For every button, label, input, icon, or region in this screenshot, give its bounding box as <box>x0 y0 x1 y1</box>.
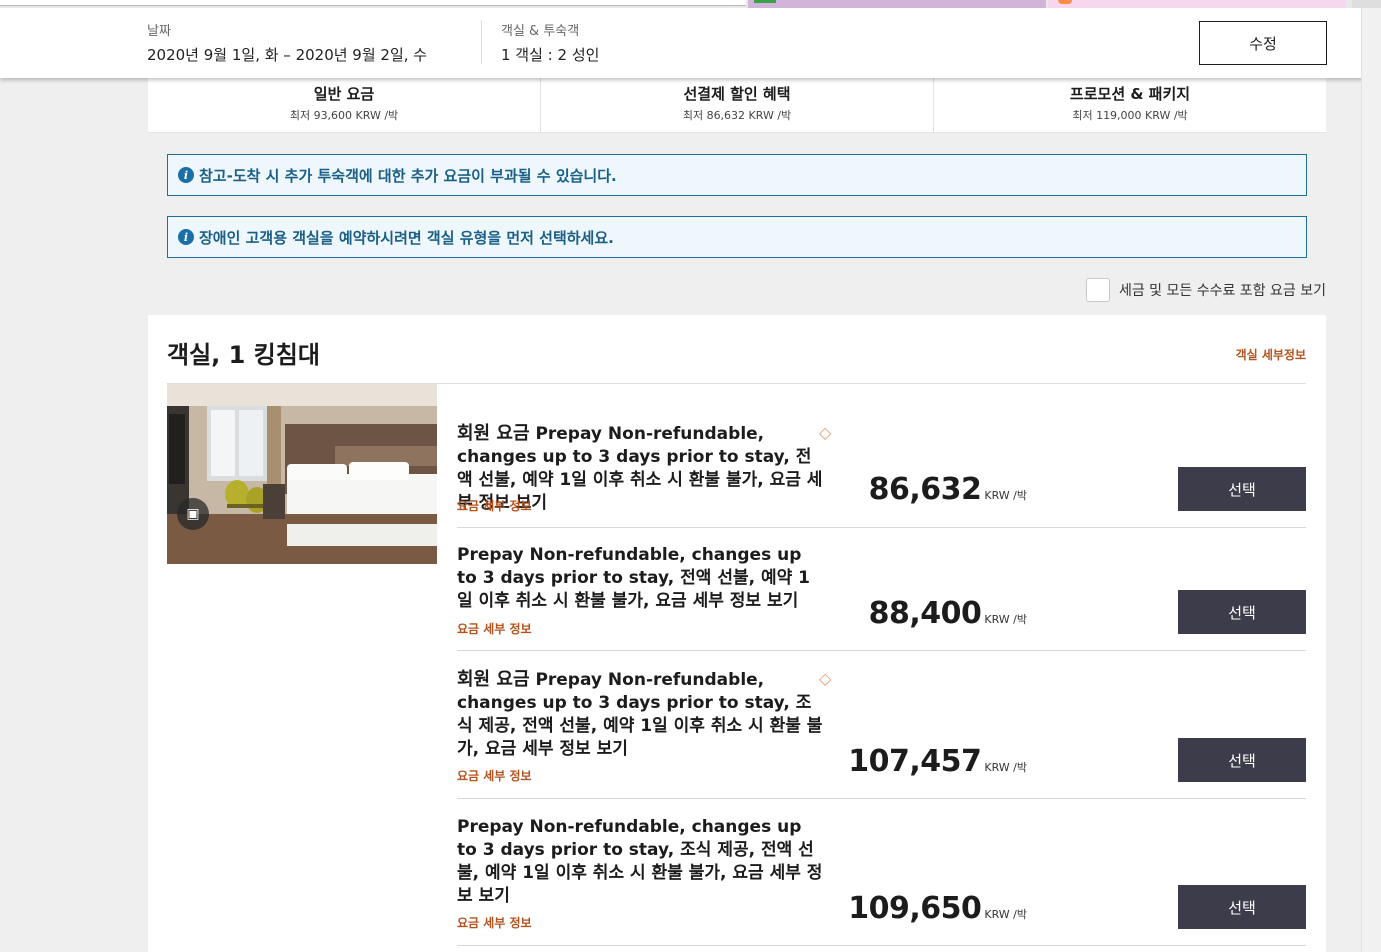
tab-lowest-price: 최저 93,600 KRW /박 <box>289 109 399 122</box>
price-amount: 109,650 <box>848 891 982 926</box>
tag-icon: ◇ <box>819 423 832 442</box>
tab-promotions[interactable]: 프로모션 & 패키지 최저 119,000 KRW /박 <box>934 78 1326 132</box>
room-photo-image <box>167 384 437 564</box>
rate-details-link[interactable]: 요금 세부 정보 <box>457 767 532 784</box>
tax-inclusive-label: 세금 및 모든 수수료 포함 요금 보기 <box>1118 283 1326 299</box>
booking-summary-header: 날짜 2020년 9월 1일, 화 – 2020년 9월 2일, 수 객실 & … <box>0 0 1381 78</box>
room-details-link[interactable]: 객실 세부정보 <box>1236 346 1306 363</box>
room-photo[interactable]: ▣ <box>167 384 437 564</box>
tab-lowest-price: 최저 119,000 KRW /박 <box>1072 109 1188 122</box>
rate-details-link[interactable]: 요금 세부 정보 <box>457 497 532 514</box>
member-rate-label: 회원 요금 <box>457 669 530 690</box>
browser-tabstrip <box>0 0 1381 8</box>
guests-summary: 객실 & 투숙객 1 객실 : 2 성인 <box>501 20 599 65</box>
rate-details-link[interactable]: 요금 세부 정보 <box>457 620 532 637</box>
rate-row: 회원 요금 Prepay Non-refundable, changes up … <box>457 651 1306 799</box>
rate-row: Prepay Non-refundable, changes up to 3 d… <box>457 528 1306 651</box>
rate-text: Prepay Non-refundable, changes up to 3 d… <box>457 817 823 906</box>
select-rate-button[interactable]: 선택 <box>1178 467 1306 511</box>
browser-tab-active[interactable] <box>0 0 746 6</box>
tax-inclusive-checkbox[interactable] <box>1085 278 1110 302</box>
tab-standard-rate[interactable]: 일반 요금 최저 93,600 KRW /박 <box>148 78 541 132</box>
price-amount: 107,457 <box>848 744 982 779</box>
rate-price: 88,400 KRW /박 <box>869 596 1027 631</box>
rate-row: 회원 요금 Prepay Non-refundable, changes up … <box>457 384 1306 528</box>
tab-label: 프로모션 & 패키지 <box>1069 85 1191 103</box>
rate-description: Prepay Non-refundable, changes up to 3 d… <box>457 544 823 613</box>
tax-inclusive-toggle[interactable]: 세금 및 모든 수수료 포함 요금 보기 <box>1085 278 1326 302</box>
info-icon: i <box>178 167 194 183</box>
date-summary: 날짜 2020년 9월 1일, 화 – 2020년 9월 2일, 수 <box>147 20 427 65</box>
price-amount: 88,400 <box>868 596 982 631</box>
price-unit: KRW /박 <box>984 613 1027 626</box>
rate-price: 86,632 KRW /박 <box>869 472 1027 507</box>
room-title: 객실, 1 킹침대 <box>167 341 320 369</box>
rate-text: Prepay Non-refundable, changes up to 3 d… <box>457 545 811 611</box>
browser-tab[interactable] <box>1048 0 1346 8</box>
price-unit: KRW /박 <box>984 489 1027 502</box>
tab-label: 선결제 할인 혜택 <box>683 85 791 103</box>
rate-price: 107,457 KRW /박 <box>848 744 1027 779</box>
price-amount: 86,632 <box>868 472 982 507</box>
tab-prepay-rate[interactable]: 선결제 할인 혜택 최저 86,632 KRW /박 <box>541 78 934 132</box>
info-icon: i <box>178 229 194 245</box>
info-notice: i 참고-도착 시 추가 투숙객에 대한 추가 요금이 부과될 수 있습니다. <box>167 154 1307 196</box>
select-rate-button[interactable]: 선택 <box>1178 885 1306 929</box>
date-label: 날짜 <box>147 24 171 39</box>
rate-row: Prepay Non-refundable, changes up to 3 d… <box>457 799 1306 946</box>
select-rate-button[interactable]: 선택 <box>1178 590 1306 634</box>
notice-text: 장애인 고객용 객실을 예약하시려면 객실 유형을 먼저 선택하세요. <box>199 228 614 247</box>
info-notice: i 장애인 고객용 객실을 예약하시려면 객실 유형을 먼저 선택하세요. <box>167 216 1307 258</box>
tab-lowest-price: 최저 86,632 KRW /박 <box>682 109 792 122</box>
gallery-icon[interactable]: ▣ <box>177 498 209 530</box>
rate-description: 회원 요금 Prepay Non-refundable, changes up … <box>457 668 823 761</box>
room-card: 객실, 1 킹침대 객실 세부정보 ▣ 회원 요금 Prepay Non-ref… <box>148 315 1326 952</box>
guests-value: 1 객실 : 2 성인 <box>501 46 600 64</box>
rate-type-tabs: 일반 요금 최저 93,600 KRW /박 선결제 할인 혜택 최저 86,6… <box>148 78 1326 133</box>
rate-details-link[interactable]: 요금 세부 정보 <box>457 914 532 931</box>
tab-label: 일반 요금 <box>313 85 375 103</box>
price-unit: KRW /박 <box>984 908 1027 921</box>
member-rate-label: 회원 요금 <box>457 423 530 444</box>
tag-icon: ◇ <box>819 669 832 688</box>
page-scrollbar[interactable] <box>1361 8 1381 952</box>
notice-text: 참고-도착 시 추가 투숙객에 대한 추가 요금이 부과될 수 있습니다. <box>199 166 617 185</box>
browser-tab[interactable] <box>748 0 1046 8</box>
price-unit: KRW /박 <box>984 761 1027 774</box>
rate-price: 109,650 KRW /박 <box>848 891 1027 926</box>
header-divider <box>481 20 482 64</box>
guests-label: 객실 & 투숙객 <box>501 24 580 39</box>
date-value: 2020년 9월 1일, 화 – 2020년 9월 2일, 수 <box>147 46 428 64</box>
rate-description: Prepay Non-refundable, changes up to 3 d… <box>457 816 823 908</box>
select-rate-button[interactable]: 선택 <box>1178 738 1306 782</box>
browser-tab[interactable] <box>1352 0 1381 8</box>
edit-button[interactable]: 수정 <box>1199 21 1327 65</box>
